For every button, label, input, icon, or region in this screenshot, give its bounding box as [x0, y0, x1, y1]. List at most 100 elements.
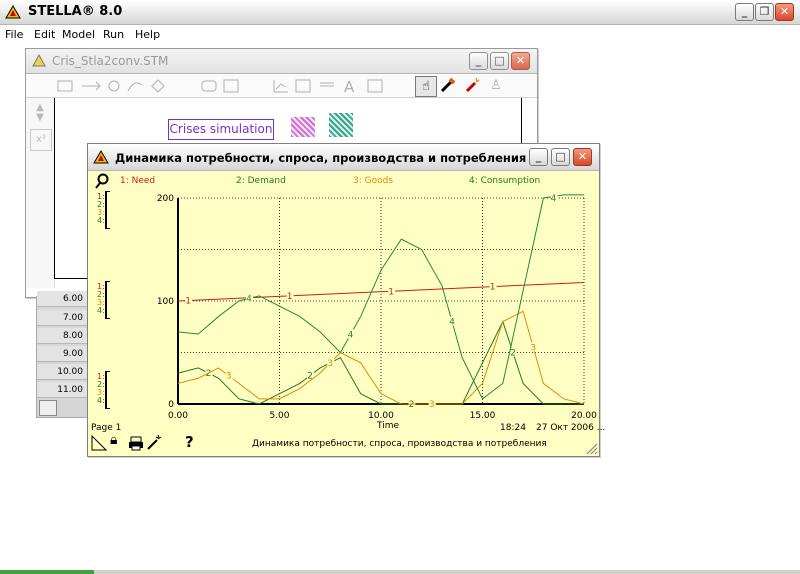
series-marker: 2 [307, 372, 313, 382]
graph-window-icon [93, 150, 109, 164]
hand-icon: ☝ [422, 79, 430, 94]
model-toolbar: A ☝ ♙ [26, 75, 537, 98]
ghost-tool-button[interactable]: ♙ [486, 76, 506, 95]
minimize-icon: _ [741, 5, 748, 18]
close-icon: ✕ [779, 5, 790, 18]
x-tick-label: 5.00 [269, 411, 289, 421]
help-button[interactable]: ? [185, 433, 194, 451]
table-row: 8.00 [37, 328, 89, 344]
series-marker: 1 [287, 292, 293, 302]
x-tick-label: 0.00 [168, 411, 188, 421]
purple-sector-icon [291, 117, 315, 137]
series-marker: 1 [185, 297, 191, 307]
status-strip-progress [0, 570, 94, 574]
hand-tool-button[interactable]: ☝ [415, 76, 437, 97]
series-marker: 3 [429, 400, 435, 410]
decision-tool-icon [151, 79, 165, 93]
maximize-icon: □ [494, 54, 505, 67]
stella-app-icon [5, 5, 21, 19]
toolbar-tool-icons: A [57, 78, 383, 95]
close-icon: ✕ [515, 54, 526, 67]
graph-close-button[interactable]: ✕ [573, 148, 592, 166]
flow-tool-icon [82, 81, 101, 91]
converter-tool-icon [108, 80, 120, 92]
menu-model[interactable]: Model [62, 28, 95, 41]
model-window-title: Cris_Stla2conv.STM [52, 54, 169, 68]
resize-grip-icon[interactable] [584, 441, 598, 455]
dynamite-icon [465, 77, 480, 93]
y-tick-label: 200 [157, 194, 174, 204]
footer-date: 27 Окт 2006 ... [536, 423, 606, 433]
up-down-arrows-icon: ▲ ▼ [36, 102, 44, 123]
table-row: 6.00 [37, 291, 89, 307]
close-icon: ✕ [577, 150, 588, 163]
series-marker: 4 [246, 294, 252, 304]
footer-time: 18:24 [500, 423, 526, 433]
model-title-bar: Cris_Stla2conv.STM _ □ ✕ [26, 49, 537, 74]
minimize-icon: _ [475, 54, 482, 67]
status-strip [0, 570, 800, 574]
app-title: STELLA® 8.0 [28, 4, 123, 19]
series-marker: 1 [490, 283, 496, 293]
x-tick-label: 15.00 [470, 411, 496, 421]
text-tool-icon: A [344, 78, 355, 95]
paintbrush-icon [440, 77, 456, 93]
series-marker: 4 [551, 194, 557, 204]
series-marker: 4 [449, 318, 455, 328]
app-close-button[interactable]: ✕ [775, 3, 794, 21]
dynamite-tool-button[interactable] [462, 76, 482, 95]
menu-edit[interactable]: Edit [34, 28, 55, 41]
model-minimize-button[interactable]: _ [469, 52, 488, 70]
button-tool-icon [201, 80, 217, 92]
y-tick-label: 0 [168, 400, 174, 410]
graph-pad: 1: Need 2: Demand 3: Goods 4: Consumptio… [88, 171, 605, 456]
graph-maximize-button[interactable]: □ [551, 148, 570, 166]
crises-simulation-label[interactable]: Crises simulation [168, 119, 274, 140]
print-icon[interactable] [128, 435, 144, 451]
table-tool-icon[interactable] [39, 400, 57, 416]
picture-tool-icon [367, 79, 383, 93]
menu-bar: File Edit Model Run Help [0, 26, 800, 44]
page-corner-icon[interactable] [91, 435, 107, 451]
model-side-palette: ▲ ▼ x² [26, 98, 55, 288]
zoom-icon: x² [36, 134, 46, 145]
magic-wand-icon[interactable] [146, 434, 162, 451]
graph-window-title: Динамика потребности, спроса, производст… [115, 151, 527, 165]
restore-icon: ❐ [759, 5, 770, 18]
model-maximize-button[interactable]: □ [490, 52, 509, 70]
app-title-bar: STELLA® 8.0 _ ❐ ✕ [0, 0, 800, 25]
series-marker: 2 [510, 349, 516, 359]
table-row: 9.00 [37, 346, 89, 362]
sector-tool-icon [223, 79, 239, 93]
series-marker: 1 [388, 287, 394, 297]
paintbrush-tool-button[interactable] [438, 76, 458, 95]
table-row: 11.00 [37, 382, 89, 398]
graph-window: Динамика потребности, спроса, производст… [87, 143, 605, 457]
model-window-icon [32, 53, 46, 67]
footer-title: Динамика потребности, спроса, производст… [252, 439, 547, 449]
connector-tool-icon [127, 82, 143, 92]
graph-tool-icon [273, 80, 288, 93]
ghost-icon: ♙ [490, 78, 502, 93]
menu-help[interactable]: Help [135, 28, 160, 41]
series-marker: 2 [409, 400, 415, 410]
app-minimize-button[interactable]: _ [735, 3, 754, 21]
x-tick-label: 20.00 [571, 411, 597, 421]
menu-run[interactable]: Run [103, 28, 124, 41]
menu-file[interactable]: File [5, 28, 23, 41]
model-close-button[interactable]: ✕ [511, 52, 530, 70]
zoom-x2-button[interactable]: x² [30, 129, 52, 151]
y-tick-label: 100 [157, 297, 174, 307]
graph-minimize-button[interactable]: _ [529, 148, 548, 166]
lock-icon[interactable]: 🔒︎ [110, 432, 117, 448]
x-axis-label: Time [376, 421, 399, 431]
numeric-display-tool-icon [320, 82, 334, 87]
table-row: 7.00 [37, 310, 89, 326]
series-marker: 3 [530, 343, 536, 353]
table-row: 10.00 [37, 364, 89, 380]
navigation-arrows-button[interactable]: ▲ ▼ [31, 103, 49, 123]
series-marker: 3 [226, 372, 232, 382]
app-restore-button[interactable]: ❐ [755, 3, 774, 21]
series-marker: 4 [348, 330, 354, 340]
graph-title-bar: Динамика потребности, спроса, производст… [88, 144, 599, 171]
